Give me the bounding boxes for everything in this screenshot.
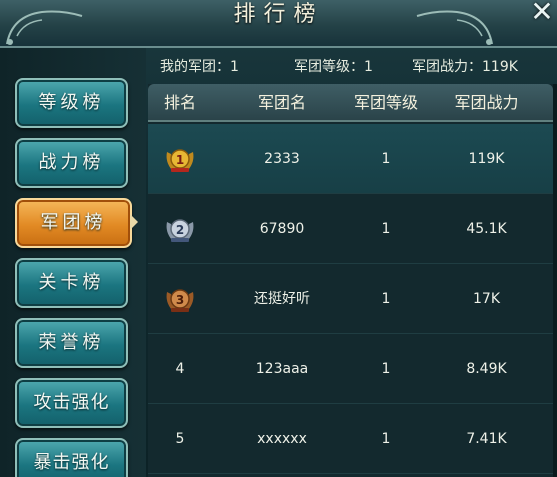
table-row[interactable]: 2 67890 1 45.1K <box>148 194 553 264</box>
rank-number: 5 <box>175 431 185 447</box>
tab-power-ranking[interactable]: 战力榜 <box>15 138 128 188</box>
medal-rank-label: 2 <box>176 223 184 237</box>
tab-legion-ranking[interactable]: 军团榜 <box>15 198 132 248</box>
ranking-window: 排行榜 ✕ 等级榜 战力榜 军团榜 关卡榜 荣誉榜 攻击强化 暴击强化 我的军团… <box>0 0 557 477</box>
gold-medal-icon: 1 <box>164 146 196 174</box>
medal-rank-label: 1 <box>176 153 184 167</box>
bronze-medal-icon: 3 <box>164 286 196 314</box>
header-rank: 排名 <box>163 93 196 112</box>
my-legion-text: 我的军团：1 <box>160 59 239 75</box>
active-tab-arrow-icon <box>130 214 138 230</box>
tab-level-ranking[interactable]: 等级榜 <box>15 78 128 128</box>
legion-level: 1 <box>381 151 391 167</box>
header-legion-power: 军团战力 <box>454 93 519 112</box>
legion-level: 1 <box>381 221 391 237</box>
rank-number: 4 <box>175 361 185 377</box>
legion-info-row: 我的军团：1 军团等级：1 军团战力：119K <box>160 56 550 78</box>
legion-power-text: 军团战力：119K <box>412 59 518 75</box>
silver-medal-icon: 2 <box>164 216 196 244</box>
table-row[interactable]: 1 2333 1 119K <box>148 124 553 194</box>
legion-name: xxxxxx <box>257 431 307 447</box>
legion-level-text: 军团等级：1 <box>294 59 373 75</box>
table-header: 排名 军团名 军团等级 军团战力 <box>148 84 553 122</box>
legion-power: 45.1K <box>466 221 507 237</box>
window-title: 排行榜 <box>233 2 324 27</box>
legion-level: 1 <box>381 431 391 447</box>
table-row[interactable]: 4 123aaa 1 8.49K <box>148 334 553 404</box>
legion-name: 123aaa <box>255 361 309 377</box>
tab-attack-enhance[interactable]: 攻击强化 <box>15 378 128 428</box>
legion-power: 17K <box>473 291 500 307</box>
tab-honor-ranking[interactable]: 荣誉榜 <box>15 318 128 368</box>
table-scroll-edge <box>553 84 557 477</box>
close-icon[interactable]: ✕ <box>527 0 557 26</box>
legion-level: 1 <box>381 291 391 307</box>
table-row[interactable]: 5 xxxxxx 1 7.41K <box>148 404 553 474</box>
legion-name: 还挺好听 <box>254 291 310 307</box>
header-legion-name: 军团名 <box>257 93 306 112</box>
title-bar: 排行榜 ✕ <box>0 0 557 48</box>
legion-name: 2333 <box>264 151 300 167</box>
ranking-table: 排名 军团名 军团等级 军团战力 1 2333 1 119K 2 67890 1… <box>148 84 557 477</box>
legion-power: 7.41K <box>466 431 507 447</box>
legion-power: 119K <box>468 151 505 167</box>
legion-name: 67890 <box>259 221 305 237</box>
tab-crit-enhance[interactable]: 暴击强化 <box>15 438 128 477</box>
header-legion-level: 军团等级 <box>353 93 418 112</box>
tab-stage-ranking[interactable]: 关卡榜 <box>15 258 128 308</box>
legion-power: 8.49K <box>466 361 507 377</box>
table-row[interactable]: 3 还挺好听 1 17K <box>148 264 553 334</box>
medal-rank-label: 3 <box>176 293 184 307</box>
legion-level: 1 <box>381 361 391 377</box>
